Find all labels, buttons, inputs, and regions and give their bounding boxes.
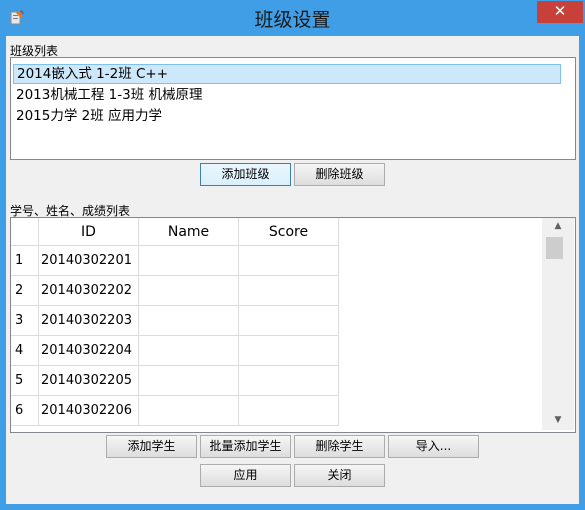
scroll-down-icon[interactable]: ▼ — [550, 415, 566, 427]
add-student-button[interactable]: 添加学生 — [106, 435, 197, 458]
vertical-scrollbar[interactable]: ▲ ▼ — [542, 218, 574, 430]
row-number[interactable]: 4 — [11, 336, 39, 366]
name-cell[interactable] — [139, 396, 239, 426]
class-list-item[interactable]: 2015力学 2班 应用力学 — [13, 106, 564, 126]
row-number[interactable]: 2 — [11, 276, 39, 306]
row-number[interactable]: 5 — [11, 366, 39, 396]
title-bar: 班级设置 ✕ — [0, 0, 585, 34]
id-cell[interactable]: 20140302205 — [39, 366, 139, 396]
column-header-id[interactable]: ID — [39, 218, 139, 246]
delete-student-button[interactable]: 删除学生 — [294, 435, 385, 458]
dialog-window: 班级设置 ✕ 班级列表 2014嵌入式 1-2班 C++ 2013机械工程 1-… — [0, 0, 585, 510]
row-number[interactable]: 1 — [11, 246, 39, 276]
class-list-item[interactable]: 2013机械工程 1-3班 机械原理 — [13, 85, 564, 105]
id-cell[interactable]: 20140302204 — [39, 336, 139, 366]
id-cell[interactable]: 20140302206 — [39, 396, 139, 426]
add-class-button[interactable]: 添加班级 — [200, 163, 291, 186]
name-cell[interactable] — [139, 336, 239, 366]
class-list-item[interactable]: 2014嵌入式 1-2班 C++ — [13, 64, 561, 84]
window-title: 班级设置 — [254, 9, 331, 31]
column-header-score[interactable]: Score — [239, 218, 339, 246]
grid-header-row: ID Name Score — [11, 218, 339, 246]
id-cell[interactable]: 20140302203 — [39, 306, 139, 336]
name-cell[interactable] — [139, 276, 239, 306]
close-window-button[interactable]: ✕ — [537, 1, 583, 23]
scrollbar-thumb[interactable] — [546, 237, 563, 259]
apply-button[interactable]: 应用 — [200, 464, 291, 487]
dialog-client-area: 班级列表 2014嵌入式 1-2班 C++ 2013机械工程 1-3班 机械原理… — [6, 36, 579, 504]
name-cell[interactable] — [139, 366, 239, 396]
score-cell[interactable] — [239, 276, 339, 306]
score-cell[interactable] — [239, 396, 339, 426]
score-cell[interactable] — [239, 246, 339, 276]
close-icon: ✕ — [553, 2, 567, 20]
id-cell[interactable]: 20140302201 — [39, 246, 139, 276]
score-cell[interactable] — [239, 366, 339, 396]
scroll-up-icon[interactable]: ▲ — [550, 221, 566, 233]
batch-add-student-button[interactable]: 批量添加学生 — [200, 435, 291, 458]
row-number[interactable]: 6 — [11, 396, 39, 426]
column-header-name[interactable]: Name — [139, 218, 239, 246]
grid-corner-cell — [11, 218, 39, 246]
id-cell[interactable]: 20140302202 — [39, 276, 139, 306]
delete-class-button[interactable]: 删除班级 — [294, 163, 385, 186]
import-button[interactable]: 导入... — [388, 435, 479, 458]
name-cell[interactable] — [139, 306, 239, 336]
name-cell[interactable] — [139, 246, 239, 276]
student-grid[interactable]: ID Name Score 1 20140302201 2 2014030220… — [10, 217, 576, 433]
class-listbox[interactable]: 2014嵌入式 1-2班 C++ 2013机械工程 1-3班 机械原理 2015… — [10, 57, 576, 160]
row-number[interactable]: 3 — [11, 306, 39, 336]
score-cell[interactable] — [239, 336, 339, 366]
score-cell[interactable] — [239, 306, 339, 336]
close-button[interactable]: 关闭 — [294, 464, 385, 487]
